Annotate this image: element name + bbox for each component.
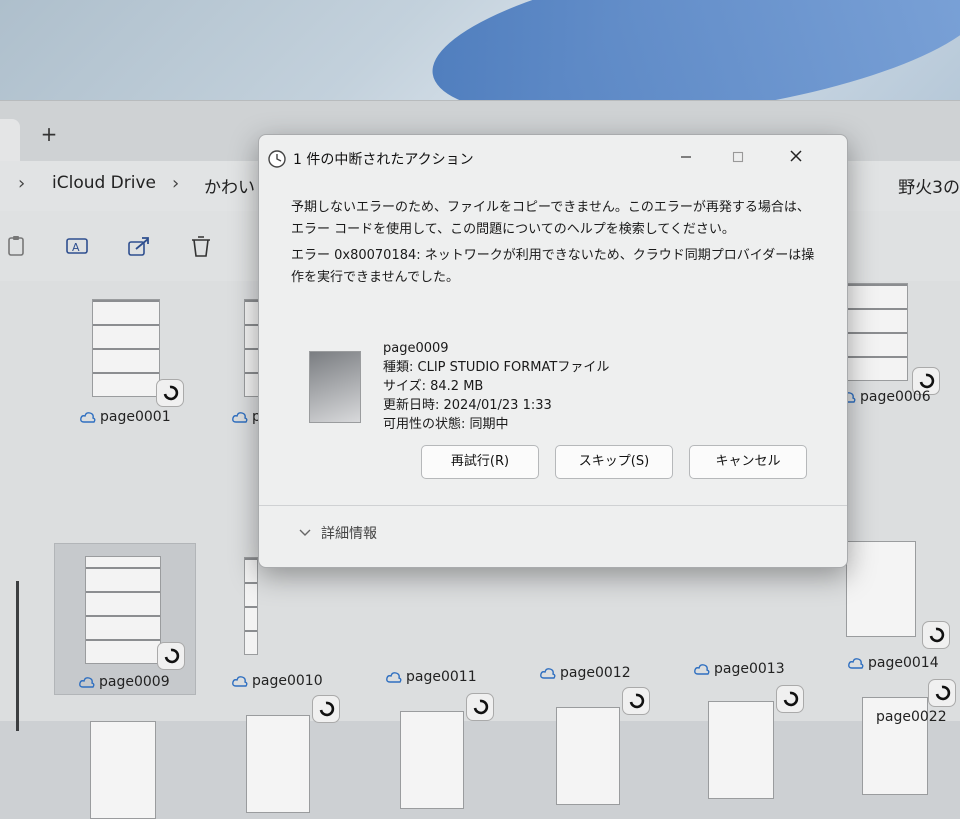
file-thumbnail <box>244 557 258 655</box>
file-tile[interactable]: p <box>210 289 262 439</box>
file-thumbnail[interactable] <box>708 701 774 799</box>
dialog-divider <box>259 505 847 506</box>
file-thumbnail[interactable] <box>90 721 156 819</box>
clock-icon <box>268 150 286 168</box>
file-thumbnail <box>92 299 160 397</box>
close-icon <box>790 150 802 162</box>
clip-studio-icon <box>157 642 185 670</box>
cloud-icon <box>694 664 710 675</box>
minimize-button[interactable] <box>667 143 705 173</box>
clip-studio-icon <box>928 679 956 707</box>
file-name: page0009 <box>383 341 449 356</box>
clip-studio-icon <box>622 687 650 715</box>
breadcrumb-icloud-drive[interactable]: iCloud Drive <box>52 173 156 193</box>
cloud-icon <box>232 412 248 423</box>
cloud-icon <box>386 672 402 683</box>
breadcrumb-folder[interactable]: かわい <box>204 173 255 198</box>
cloud-icon <box>232 676 248 687</box>
file-thumbnail <box>846 541 916 637</box>
chevron-right-icon: › <box>172 173 180 194</box>
file-availability: 可用性の状態: 同期中 <box>383 417 509 432</box>
clip-studio-icon <box>312 695 340 723</box>
svg-text:A: A <box>72 241 80 254</box>
new-tab-button[interactable]: + <box>38 123 60 145</box>
cloud-icon <box>848 658 864 669</box>
file-name: page0009 <box>79 674 170 690</box>
file-name: page0010 <box>232 673 323 689</box>
cloud-icon <box>540 668 556 679</box>
file-tile-selected[interactable]: page0009 <box>54 543 196 695</box>
file-name: page0011 <box>386 669 477 685</box>
cloud-icon <box>80 412 96 423</box>
cloud-icon <box>79 677 95 688</box>
details-label: 詳細情報 <box>321 526 377 542</box>
file-name: page0006 <box>840 389 931 405</box>
minimize-icon <box>681 156 691 158</box>
interrupted-action-dialog: 1 件の中断されたアクション 予期しないエラーのため、ファイルをコピーできません… <box>258 134 848 568</box>
dialog-title: 1 件の中断されたアクション <box>293 152 474 168</box>
file-type: 種類: CLIP STUDIO FORMATファイル <box>383 360 610 375</box>
desktop-wallpaper <box>0 0 960 149</box>
close-button[interactable] <box>777 143 815 173</box>
tab-current[interactable] <box>0 119 20 161</box>
paste-icon[interactable] <box>4 233 30 259</box>
maximize-button[interactable] <box>719 143 757 173</box>
file-thumbnail <box>85 556 161 664</box>
file-name: p <box>232 409 261 425</box>
chevron-down-icon <box>299 529 311 536</box>
file-name: page0013 <box>694 661 785 677</box>
clip-studio-icon <box>776 685 804 713</box>
error-code-text: エラー 0x80070184: ネットワークが利用できないため、クラウド同期プロ… <box>291 248 815 285</box>
file-thumbnail[interactable] <box>246 715 310 813</box>
file-thumbnail[interactable] <box>556 707 620 805</box>
file-name: page0022 <box>876 709 947 725</box>
file-thumbnail[interactable] <box>400 711 464 809</box>
share-icon[interactable] <box>126 233 152 259</box>
file-name: page0012 <box>540 665 631 681</box>
details-toggle[interactable]: 詳細情報 <box>299 523 377 543</box>
chevron-right-icon: › <box>18 173 26 194</box>
rename-icon[interactable]: A <box>64 233 90 259</box>
file-name: page0014 <box>848 655 939 671</box>
folder-title: 野火3の <box>898 178 960 198</box>
error-message: 予期しないエラーのため、ファイルをコピーできません。このエラーが再発する場合は、… <box>291 200 810 237</box>
file-tile[interactable]: page0001 <box>56 289 196 439</box>
file-modified: 更新日時: 2024/01/23 1:33 <box>383 398 552 413</box>
file-details: page0009 種類: CLIP STUDIO FORMATファイル サイズ:… <box>383 339 609 434</box>
nav-pane-divider[interactable] <box>16 581 19 731</box>
file-thumbnail <box>309 351 361 423</box>
clip-studio-icon <box>922 621 950 649</box>
file-thumbnail <box>844 283 908 381</box>
file-name: page0001 <box>80 409 171 425</box>
skip-button[interactable]: スキップ(S) <box>555 445 673 479</box>
retry-button[interactable]: 再試行(R) <box>421 445 539 479</box>
clip-studio-icon <box>156 379 184 407</box>
file-size: サイズ: 84.2 MB <box>383 379 484 394</box>
maximize-icon <box>732 151 744 163</box>
cancel-button[interactable]: キャンセル <box>689 445 807 479</box>
clip-studio-icon <box>466 693 494 721</box>
delete-icon[interactable] <box>188 233 214 259</box>
